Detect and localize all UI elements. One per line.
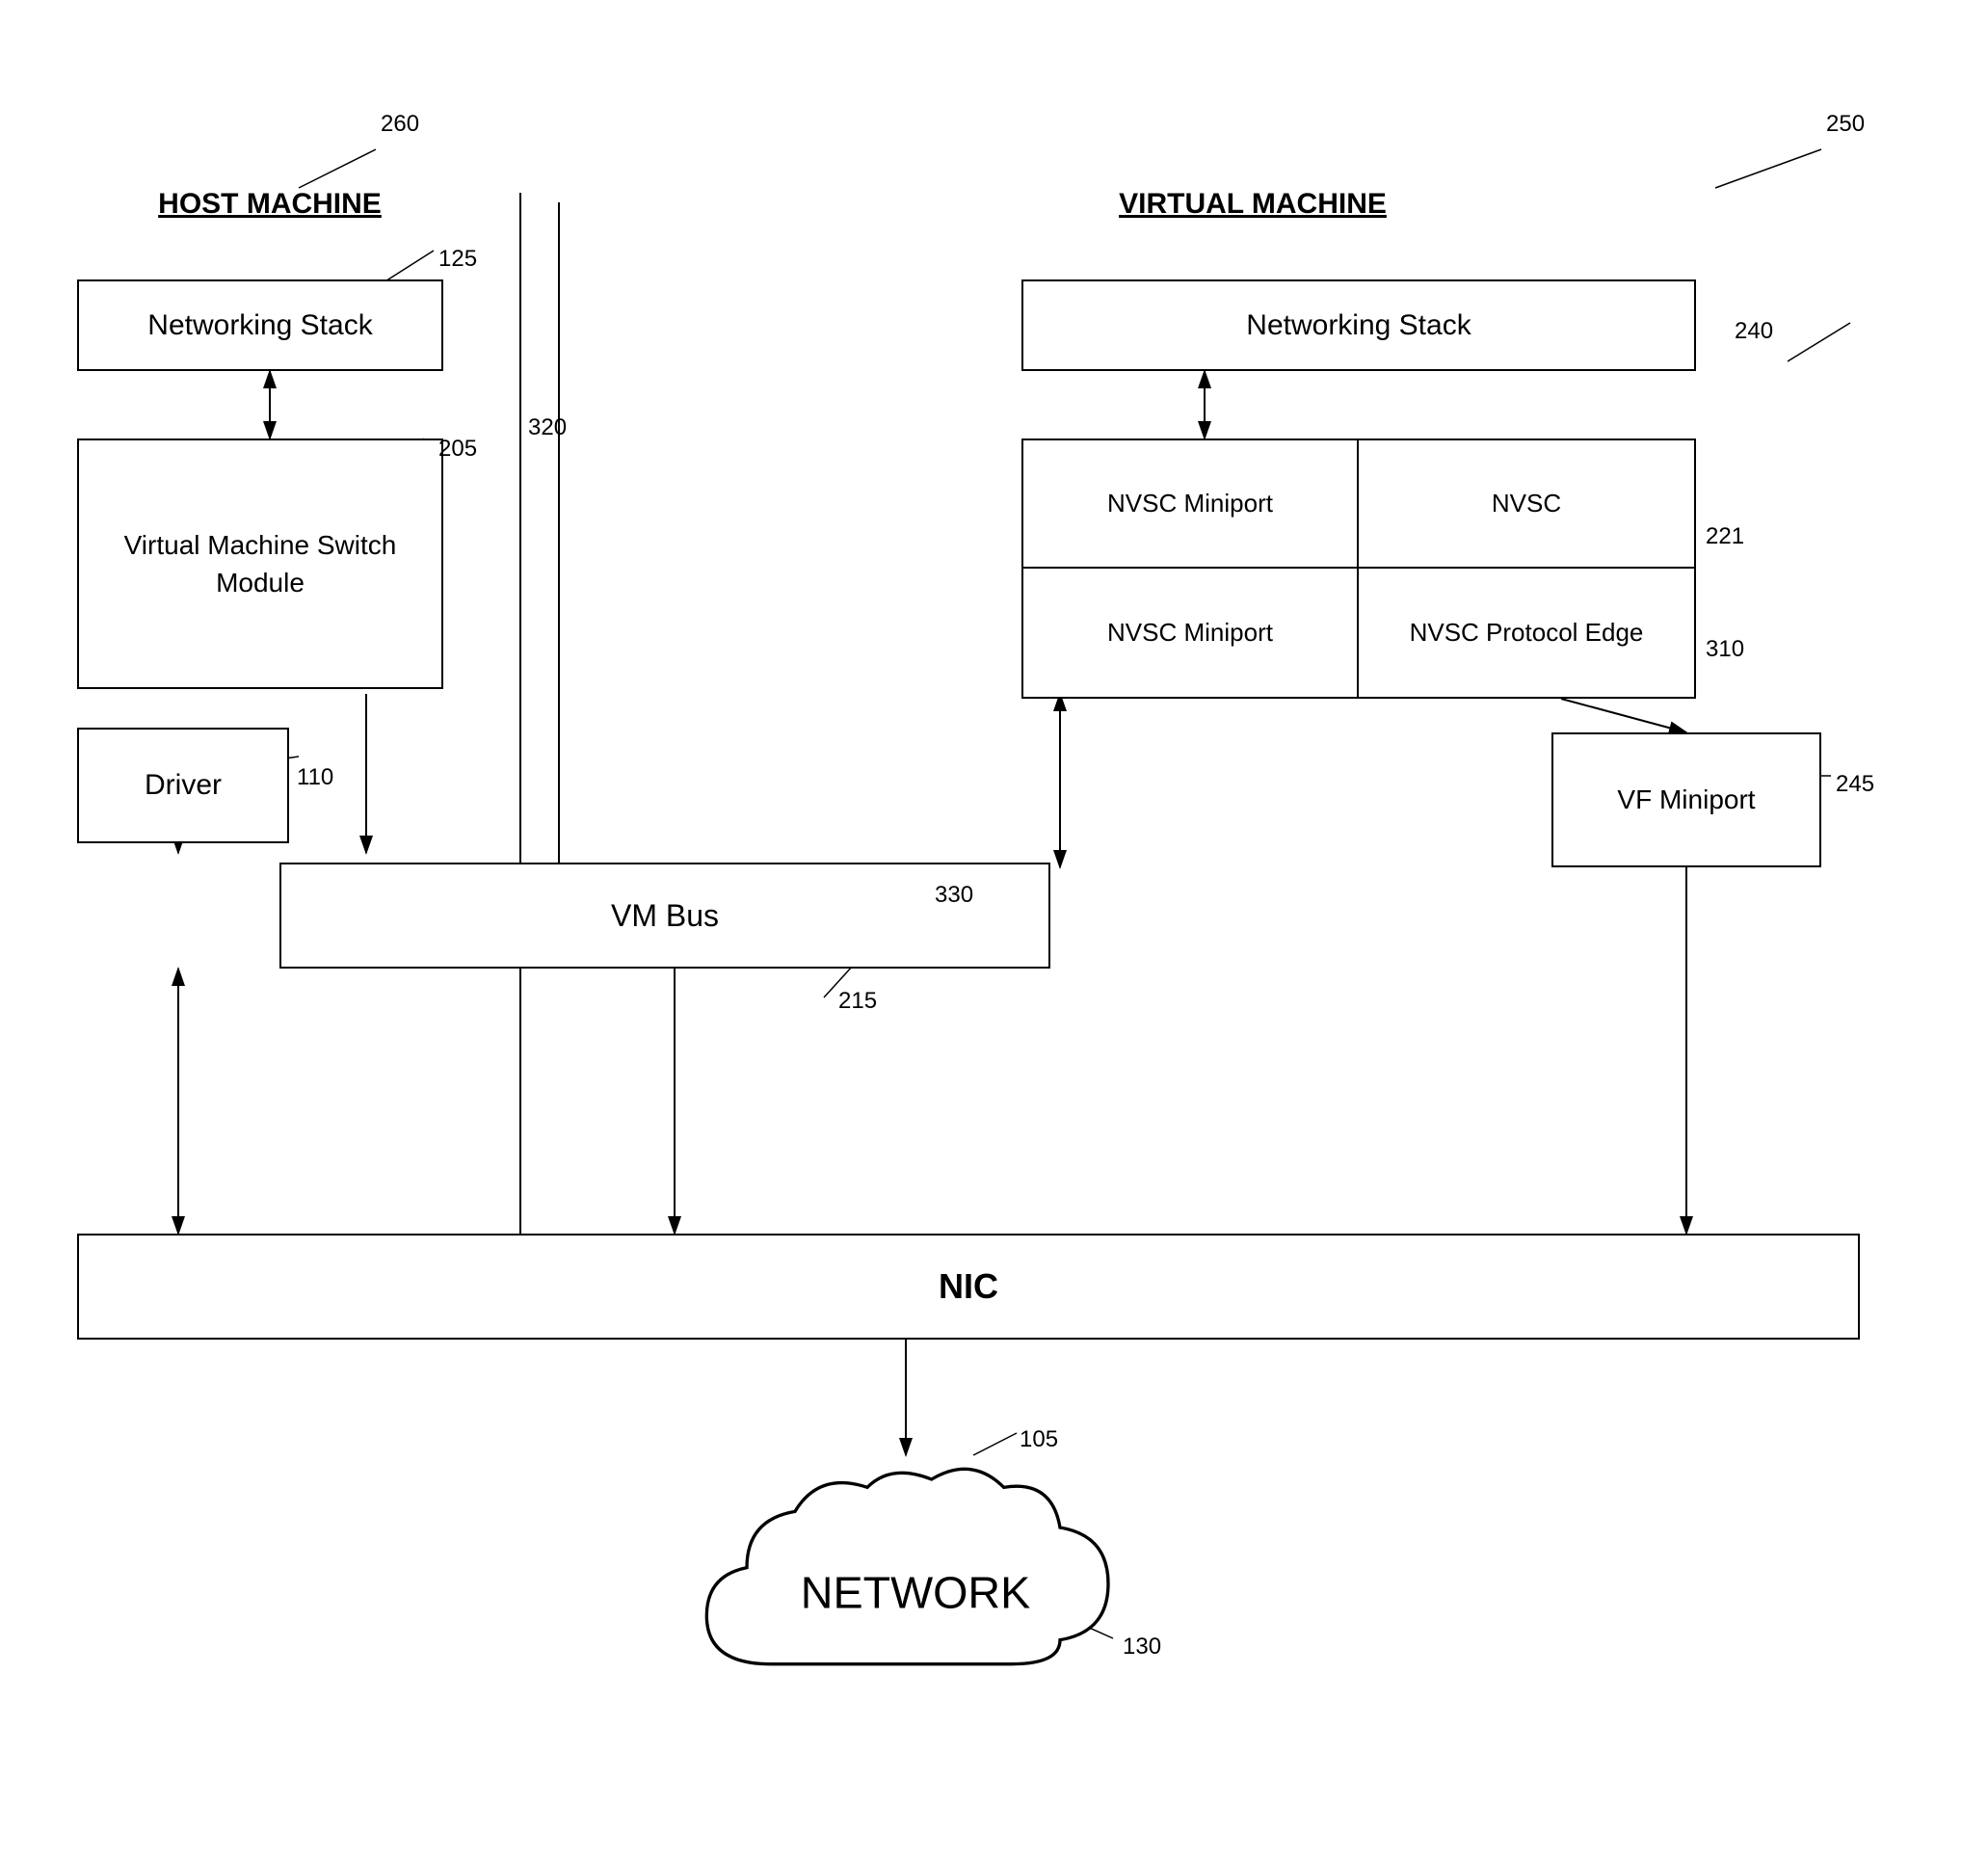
- ref-205: 205: [438, 436, 477, 463]
- networking-stack-host: Networking Stack: [77, 279, 443, 371]
- ref-260: 260: [381, 111, 419, 138]
- ref-130: 130: [1123, 1634, 1161, 1661]
- nvsc-container: NVSC Miniport NVSC NVSC Miniport NVSC Pr…: [1021, 438, 1696, 699]
- vf-miniport: VF Miniport: [1551, 732, 1821, 867]
- ref-330: 330: [935, 882, 973, 909]
- vm-bus: VM Bus: [279, 863, 1050, 969]
- host-machine-label: HOST MACHINE: [87, 188, 453, 221]
- ref-105: 105: [1020, 1426, 1058, 1453]
- svg-text:NETWORK: NETWORK: [801, 1567, 1030, 1617]
- ref-245: 245: [1836, 771, 1874, 798]
- ref-221: 221: [1706, 523, 1744, 550]
- ref-310: 310: [1706, 636, 1744, 663]
- virtual-machine-label: VIRTUAL MACHINE: [1012, 188, 1494, 221]
- network-cloud: NETWORK: [626, 1455, 1205, 1744]
- nvsc-protocol-edge: NVSC Protocol Edge: [1359, 569, 1694, 697]
- ref-240: 240: [1735, 318, 1773, 345]
- ref-250: 250: [1826, 111, 1865, 138]
- ref-215: 215: [838, 988, 877, 1015]
- ref-320: 320: [528, 414, 567, 441]
- ref-125: 125: [438, 246, 477, 273]
- vm-switch-module: Virtual Machine Switch Module: [77, 438, 443, 689]
- ref-110: 110: [297, 764, 333, 791]
- nvsc-miniport-top: NVSC Miniport: [1023, 440, 1359, 567]
- networking-stack-vm: Networking Stack: [1021, 279, 1696, 371]
- nic: NIC: [77, 1234, 1860, 1340]
- nvsc-miniport-bottom: NVSC Miniport: [1023, 569, 1359, 697]
- nvsc-top: NVSC: [1359, 440, 1694, 567]
- driver: Driver: [77, 728, 289, 843]
